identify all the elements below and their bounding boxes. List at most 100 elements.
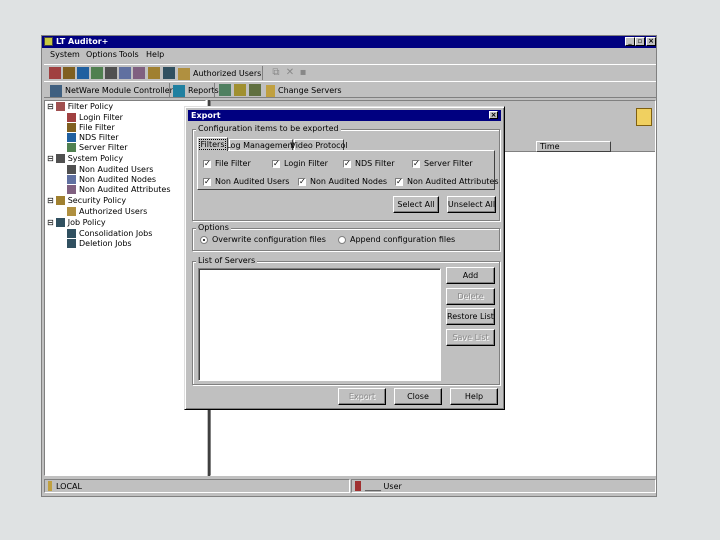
checkbox-non-audited-nodes[interactable]: ✓ Non Audited Nodes	[298, 177, 387, 186]
tree-node[interactable]: ⊟ Filter Policy	[47, 102, 113, 111]
servers-list[interactable]	[198, 268, 441, 381]
open-book-icon[interactable]	[636, 108, 652, 126]
checkbox-non-audited-users[interactable]: ✓ Non Audited Users	[203, 177, 289, 186]
select-all-button[interactable]: Select All	[393, 196, 439, 213]
checkbox-login-filter[interactable]: ✓ Login Filter	[272, 159, 328, 168]
dialog-title-bar[interactable]: Export ×	[188, 110, 501, 121]
restore-list-button[interactable]: Restore List	[446, 308, 495, 325]
tree-leaf[interactable]: NDS Filter	[67, 133, 119, 142]
radio-dot	[200, 235, 208, 244]
tree-leaf[interactable]: Login Filter	[67, 113, 123, 122]
login-filter-icon	[67, 113, 76, 122]
window-title: LT Auditor+	[56, 37, 109, 46]
delete-button[interactable]: Delete	[446, 288, 495, 305]
tree-node[interactable]: ⊟ System Policy	[47, 154, 123, 163]
change-servers-button[interactable]: Change Servers	[266, 83, 342, 98]
minimize-button[interactable]: _	[625, 37, 635, 46]
monitor-icon[interactable]	[219, 84, 231, 96]
checkbox-non-audited-attributes[interactable]: ✓ Non Audited Attributes	[395, 177, 499, 186]
attribute-icon[interactable]	[133, 67, 145, 79]
tree-leaf[interactable]: Non Audited Nodes	[67, 175, 156, 184]
filter-icon[interactable]	[49, 67, 61, 79]
delete-icon[interactable]: ✕	[284, 67, 296, 79]
servers-group-label: List of Servers	[196, 256, 258, 265]
dialog-close-button[interactable]: ×	[489, 111, 498, 119]
toolbar-divider	[262, 66, 263, 80]
nds-filter-icon	[67, 133, 76, 142]
filter-icon-2[interactable]	[63, 67, 75, 79]
user-icon	[67, 165, 76, 174]
maximize-button[interactable]: ▫	[635, 37, 645, 46]
server-status-icon	[48, 481, 52, 491]
tree-leaf[interactable]: Non Audited Attributes	[67, 185, 171, 194]
job-icon[interactable]	[163, 67, 175, 79]
server-icon[interactable]	[91, 67, 103, 79]
file-filter-icon	[67, 123, 76, 132]
tree-label: Job Policy	[67, 218, 106, 227]
tools-icon[interactable]	[234, 84, 246, 96]
checkbox-label: Non Audited Users	[215, 177, 290, 186]
tree-leaf[interactable]: Non Audited Users	[67, 165, 153, 174]
tab-panel-filters: ✓ File Filter ✓ Login Filter ✓ NDS Filter ✓…	[197, 150, 499, 190]
reports-button[interactable]: Reports	[173, 83, 219, 98]
checkbox-box: ✓	[203, 176, 211, 186]
tree-leaf[interactable]: File Filter	[67, 123, 115, 132]
checkbox-box: ✓	[203, 158, 211, 168]
app-icon	[44, 37, 53, 46]
checkbox-label: NDS Filter	[355, 159, 395, 168]
netware-controller-button[interactable]: NetWare Module Controller	[50, 83, 173, 98]
tree-leaf[interactable]: Consolidation Jobs	[67, 229, 152, 238]
security-icon[interactable]	[148, 67, 160, 79]
folder-icon	[55, 196, 65, 205]
export-dialog: Export × Configuration items to be expor…	[184, 106, 505, 410]
attribute-icon	[67, 185, 76, 194]
user-icon[interactable]	[105, 67, 117, 79]
sync-icon[interactable]	[249, 84, 261, 96]
checkbox-label: File Filter	[215, 159, 251, 168]
unselect-all-button[interactable]: Unselect All	[447, 196, 496, 213]
column-header-time[interactable]: Time	[536, 141, 611, 152]
tree-node[interactable]: ⊟ Security Policy	[47, 196, 126, 205]
tab-filters[interactable]: Filters	[197, 137, 228, 151]
tree-label: Authorized Users	[79, 207, 148, 216]
node-icon	[67, 175, 76, 184]
export-button[interactable]: Export	[338, 388, 386, 405]
tree-leaf[interactable]: Authorized Users	[67, 207, 147, 216]
netware-controller-label: NetWare Module Controller	[65, 86, 173, 95]
menu-help[interactable]: Help	[146, 50, 164, 59]
save-icon[interactable]: ▪	[297, 67, 309, 79]
tree-label: Filter Policy	[67, 102, 114, 111]
tree-node[interactable]: ⊟ Job Policy	[47, 218, 106, 227]
menu-options[interactable]: Options	[86, 50, 117, 59]
radio-overwrite[interactable]: Overwrite configuration files	[200, 235, 326, 244]
reports-icon	[173, 84, 185, 97]
radio-label: Append configuration files	[350, 235, 456, 244]
status-left: LOCAL	[44, 479, 350, 493]
menu-system[interactable]: System	[50, 50, 80, 59]
menu-tools[interactable]: Tools	[119, 50, 139, 59]
help-button[interactable]: Help	[450, 388, 498, 405]
radio-append[interactable]: Append configuration files	[338, 235, 455, 244]
close-button[interactable]: Close	[394, 388, 442, 405]
copy-icon[interactable]: ⧉	[270, 67, 282, 79]
checkbox-nds-filter[interactable]: ✓ NDS Filter	[343, 159, 395, 168]
save-list-button[interactable]: Save List	[446, 329, 495, 346]
node-icon[interactable]	[119, 67, 131, 79]
checkbox-server-filter[interactable]: ✓ Server Filter	[412, 159, 473, 168]
checkbox-label: Non Audited Attributes	[407, 177, 499, 186]
nds-icon[interactable]	[77, 67, 89, 79]
tree-leaf[interactable]: Deletion Jobs	[67, 239, 132, 248]
checkbox-file-filter[interactable]: ✓ File Filter	[203, 159, 251, 168]
window-title-bar[interactable]: LT Auditor+ _ ▫ ×	[42, 36, 656, 48]
config-group-label: Configuration items to be exported	[196, 124, 341, 133]
authorized-users-label: Authorized Users	[193, 69, 262, 78]
tree-pane: ⊟ Filter Policy Login Filter File Filter …	[44, 100, 206, 476]
radio-dot	[338, 235, 346, 244]
tree-leaf[interactable]: Server Filter	[67, 143, 128, 152]
lock-icon	[355, 481, 361, 491]
authorized-users-button[interactable]: Authorized Users	[178, 66, 261, 81]
close-window-button[interactable]: ×	[646, 37, 656, 46]
add-button[interactable]: Add	[446, 267, 495, 284]
folder-icon	[55, 154, 65, 163]
tree-label: Non Audited Nodes	[79, 175, 157, 184]
